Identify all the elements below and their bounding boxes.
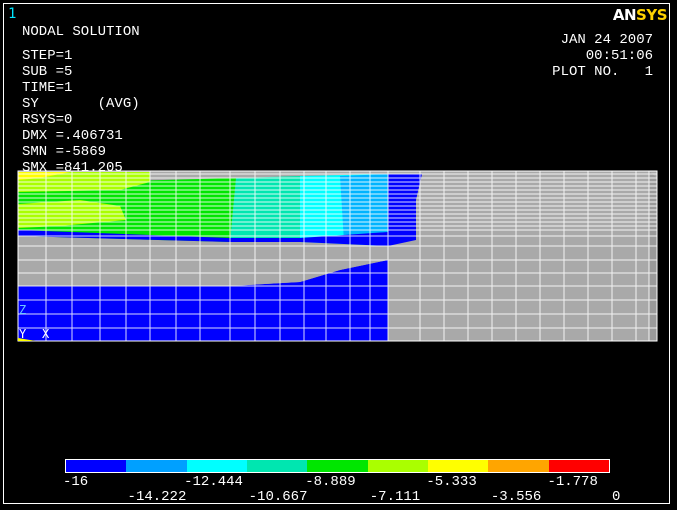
legend-label-bottom: -14.222 bbox=[127, 489, 187, 505]
legend-label-bottom: 0 bbox=[612, 489, 621, 505]
legend-swatch bbox=[186, 460, 247, 472]
legend-label-bottom: -7.111 bbox=[369, 489, 421, 505]
legend-swatch bbox=[66, 460, 127, 472]
legend-swatch bbox=[548, 460, 609, 472]
contour-plot: Z Y X bbox=[17, 170, 658, 342]
triad-z-label: Z bbox=[19, 303, 26, 317]
legend-label-bottom: -3.556 bbox=[490, 489, 542, 505]
legend-swatch bbox=[427, 460, 489, 472]
legend-swatch bbox=[126, 460, 187, 472]
legend-label-top: -1.778 bbox=[547, 474, 598, 490]
mesh-bevel bbox=[649, 171, 657, 341]
legend-label-top: -16 bbox=[63, 474, 89, 490]
legend-label-bottom: -10.667 bbox=[248, 489, 308, 505]
legend-swatch bbox=[307, 460, 368, 472]
contour-legend-bar bbox=[65, 459, 610, 473]
legend-label-top: -12.444 bbox=[184, 474, 243, 490]
legend-swatch bbox=[246, 460, 308, 472]
triad-x-label: X bbox=[42, 327, 50, 341]
legend-label-top: -5.333 bbox=[426, 474, 477, 490]
legend-swatch bbox=[488, 460, 549, 472]
legend-swatch bbox=[367, 460, 428, 472]
legend-label-top: -8.889 bbox=[305, 474, 356, 490]
